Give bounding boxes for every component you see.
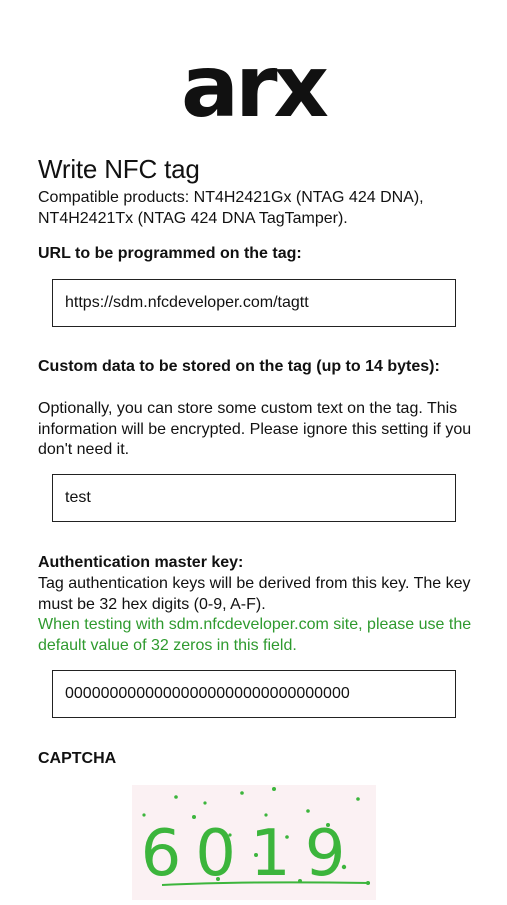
master-key-description: Tag authentication keys will be derived … (38, 575, 471, 613)
url-field-label: URL to be programmed on the tag: (38, 245, 302, 262)
page-title: Write NFC tag (38, 154, 200, 184)
master-key-input[interactable] (52, 670, 456, 718)
master-key-note: When testing with sdm.nfcdeveloper.com s… (38, 616, 472, 654)
arx-logo-text: arx (181, 56, 328, 126)
custom-data-input[interactable] (52, 474, 456, 522)
master-key-label: Authentication master key: (38, 554, 244, 571)
captcha-label: CAPTCHA (38, 750, 117, 767)
compatible-products-text: Compatible products: NT4H2421Gx (NTAG 42… (38, 189, 424, 227)
arx-logo: arx (181, 56, 332, 126)
custom-data-description: Optionally, you can store some custom te… (38, 400, 472, 458)
custom-data-label: Custom data to be stored on the tag (up … (38, 358, 440, 375)
captcha-text: 6019 (141, 817, 360, 891)
captcha-drawing: 6019 (141, 787, 371, 891)
url-input[interactable] (52, 279, 456, 327)
captcha-image: 6019 (132, 785, 376, 900)
